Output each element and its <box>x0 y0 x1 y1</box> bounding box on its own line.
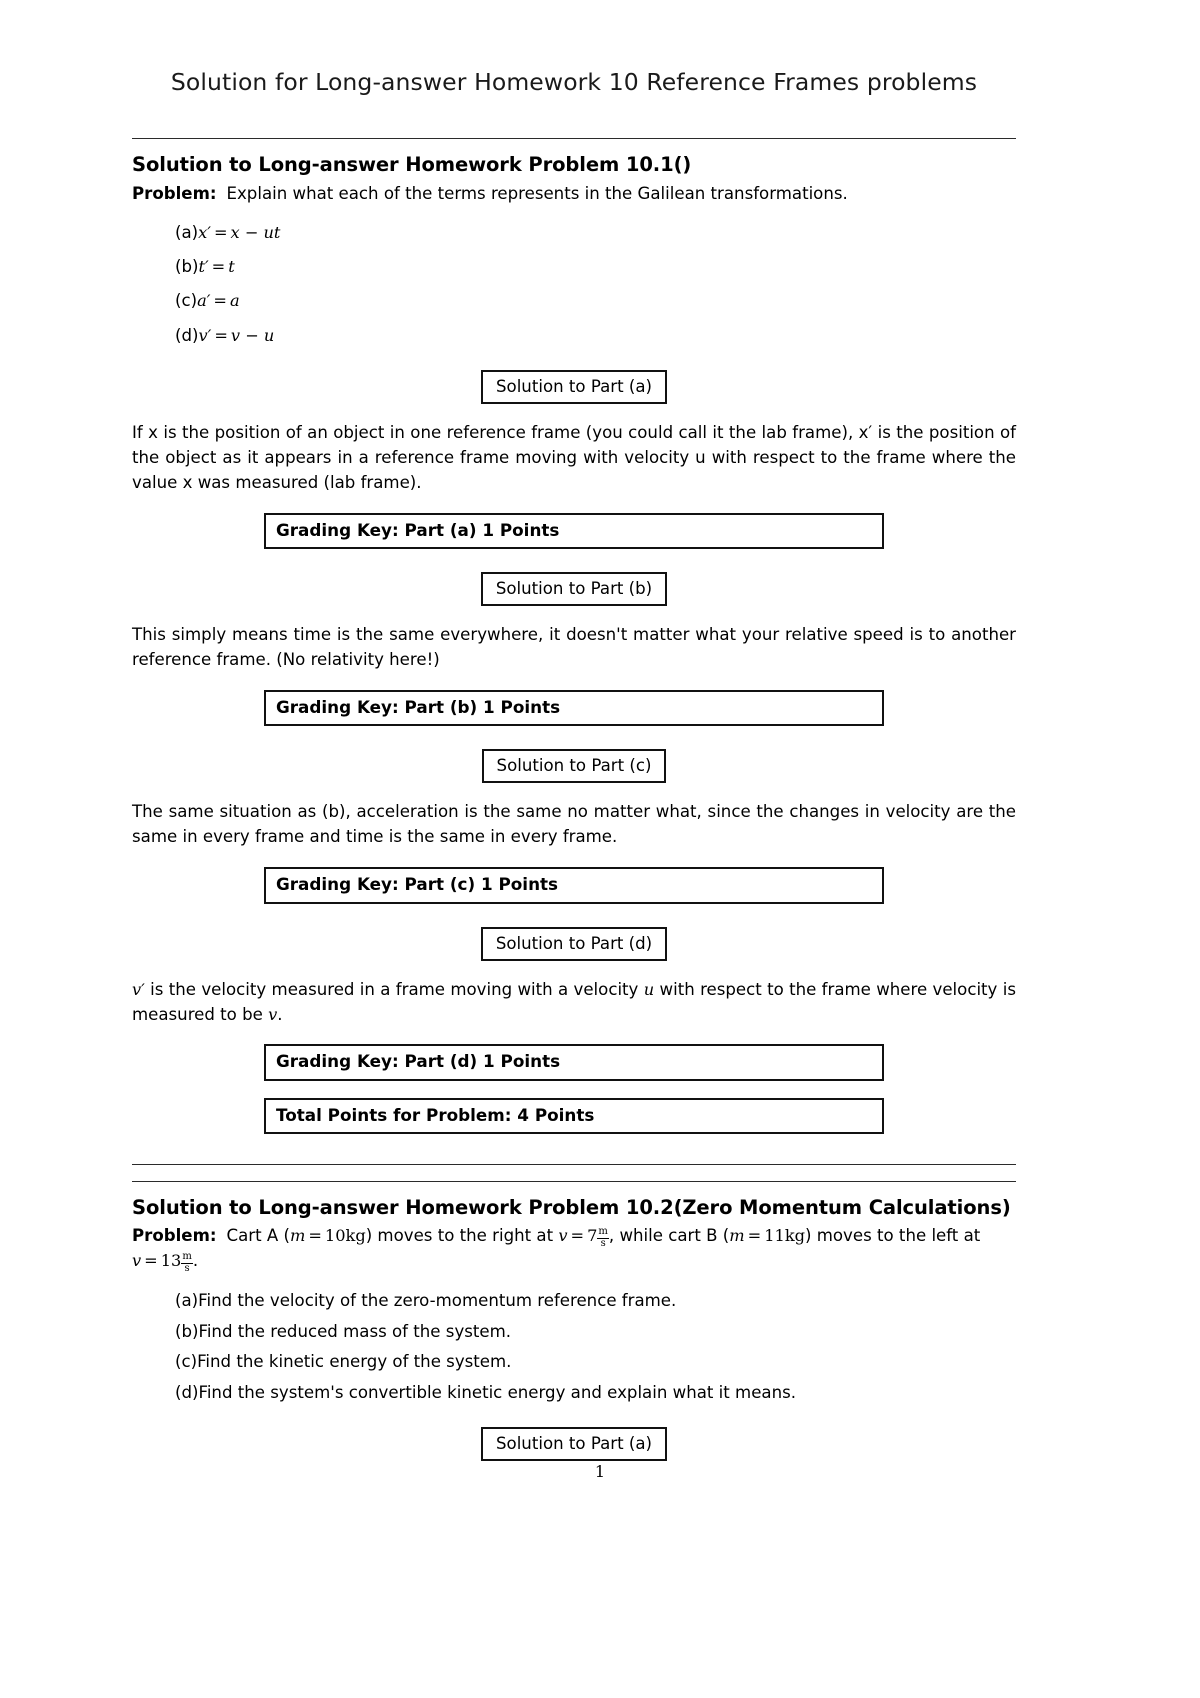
list-item: (a)x′ = x − ut <box>132 222 1016 244</box>
cart-a-mass: 10 <box>324 1226 346 1246</box>
list-item: (d)Find the system's convertible kinetic… <box>132 1382 1016 1404</box>
solution-part-d-text: v′ is the velocity measured in a frame m… <box>132 979 1016 1024</box>
list-item: (c)a′ = a <box>132 290 1016 312</box>
cart-a-velocity: 7 <box>587 1226 598 1246</box>
item-label: (a) <box>175 1291 199 1311</box>
item-equation-rel: = <box>213 291 227 311</box>
header-divider <box>132 138 1016 140</box>
total-points-box: Total Points for Problem: 4 Points <box>264 1097 884 1135</box>
grading-key-b: Grading Key: Part (b) 1 Points <box>264 690 884 727</box>
solution-part-a-box: Solution to Part (a) <box>481 370 667 405</box>
velocity-u-symbol: u <box>643 979 655 999</box>
item-text: Find the reduced mass of the system. <box>198 1321 512 1341</box>
problem-10-1-heading: Solution to Long-answer Homework Problem… <box>132 153 692 177</box>
solution-part-a-box-2: Solution to Part (a) <box>481 1427 667 1462</box>
problem-statement-text: Explain what each of the terms represent… <box>226 183 848 203</box>
problem-label: Problem: <box>132 1226 217 1246</box>
document-page: Solution for Long-answer Homework 10 Ref… <box>0 0 1200 1698</box>
section-divider-top <box>132 1164 1016 1166</box>
grading-key-a-row: Grading Key: Part (a) 1 Points <box>132 512 1016 550</box>
velocity-prime-symbol: v′ <box>132 979 145 999</box>
item-text: Find the system's convertible kinetic en… <box>198 1382 797 1402</box>
total-points-row: Total Points for Problem: 4 Points <box>132 1097 1016 1135</box>
solution-part-c-text: The same situation as (b), acceleration … <box>132 802 1016 847</box>
grading-key-b-row: Grading Key: Part (b) 1 Points <box>132 690 1016 727</box>
problem-10-1-statement: Problem: Explain what each of the terms r… <box>132 182 1016 206</box>
solution-part-d-box-row: Solution to Part (d) <box>132 926 1016 961</box>
item-label: (d) <box>175 325 199 345</box>
item-equation-rhs: t <box>228 257 235 276</box>
item-text: Find the kinetic energy of the system. <box>197 1352 512 1372</box>
item-label: (c) <box>175 291 198 311</box>
item-text: Find the velocity of the zero-momentum r… <box>198 1291 677 1311</box>
grading-key-c-row: Grading Key: Part (c) 1 Points <box>132 867 1016 904</box>
solution-part-a-box-row: Solution to Part (a) <box>132 370 1016 405</box>
problem-statement-text: Cart A (m = 10kg) moves to the right at v =… <box>132 1226 981 1274</box>
problem-10-2-item-list: (a)Find the velocity of the zero-momentu… <box>132 1290 1016 1404</box>
grading-key-a: Grading Key: Part (a) 1 Points <box>264 512 884 550</box>
solution-part-a-text: If x is the position of an object in one… <box>132 423 1016 493</box>
item-equation-lhs: t′ <box>198 257 209 276</box>
item-equation-lhs: x′ <box>198 222 211 242</box>
item-equation-rel: = <box>214 325 228 345</box>
grading-key-d: Grading Key: Part (d) 1 Points <box>264 1044 884 1081</box>
solution-part-b-text: This simply means time is the same every… <box>132 625 1016 670</box>
velocity-v-symbol: v <box>268 1004 278 1024</box>
problem-label: Problem: <box>132 183 217 203</box>
item-label: (a) <box>175 222 199 242</box>
list-item: (b)Find the reduced mass of the system. <box>132 1321 1016 1343</box>
item-label: (c) <box>175 1352 198 1372</box>
item-equation-rhs: v − u <box>230 325 275 345</box>
problem-10-2-section: Solution to Long-answer Homework Problem… <box>132 1196 1016 1462</box>
solution-part-a-box-row-2: Solution to Part (a) <box>132 1427 1016 1462</box>
item-equation-rel: = <box>211 257 226 276</box>
problem-10-1-item-list: (a)x′ = x − ut (b)t′ = t (c)a′ = a (d)v′ = v − u <box>132 222 1016 348</box>
list-item: (c)Find the kinetic energy of the system… <box>132 1351 1016 1373</box>
solution-part-b-box-row: Solution to Part (b) <box>132 572 1016 607</box>
item-equation-rel: = <box>213 222 228 242</box>
unit-meters-per-second: ms <box>597 1226 609 1249</box>
page-title: Solution for Long-answer Homework 10 Ref… <box>170 68 978 96</box>
problem-10-1-section: Solution to Long-answer Homework Problem… <box>132 153 1016 1135</box>
item-label: (b) <box>175 257 199 276</box>
item-label: (d) <box>175 1382 199 1402</box>
grading-key-d-row: Grading Key: Part (d) 1 Points <box>132 1044 1016 1081</box>
cart-b-mass: 11 <box>764 1226 785 1246</box>
item-label: (b) <box>175 1321 199 1341</box>
solution-part-c-box: Solution to Part (c) <box>481 749 667 784</box>
item-equation-lhs: a′ <box>197 291 211 311</box>
page-content: Solution for Long-answer Homework 10 Ref… <box>132 0 1016 1462</box>
grading-key-c: Grading Key: Part (c) 1 Points <box>264 867 884 904</box>
item-equation-lhs: v′ <box>198 325 212 345</box>
list-item: (a)Find the velocity of the zero-momentu… <box>132 1290 1016 1312</box>
list-item: (b)t′ = t <box>132 256 1016 278</box>
problem-10-2-heading: Solution to Long-answer Homework Problem… <box>132 1196 1011 1220</box>
unit-meters-per-second: ms <box>181 1251 193 1274</box>
page-number: 1 <box>594 1462 606 1481</box>
list-item: (d)v′ = v − u <box>132 325 1016 347</box>
solution-part-b-box: Solution to Part (b) <box>480 572 668 607</box>
item-equation-rhs: x − ut <box>230 222 281 242</box>
solution-part-d-box: Solution to Part (d) <box>480 926 668 961</box>
solution-part-c-box-row: Solution to Part (c) <box>132 749 1016 784</box>
cart-b-velocity: 13 <box>160 1251 182 1271</box>
section-divider-bottom <box>132 1181 1016 1183</box>
item-equation-rhs: a <box>229 291 240 311</box>
problem-10-2-statement: Problem: Cart A (m = 10kg) moves to the rig… <box>132 1224 1016 1274</box>
